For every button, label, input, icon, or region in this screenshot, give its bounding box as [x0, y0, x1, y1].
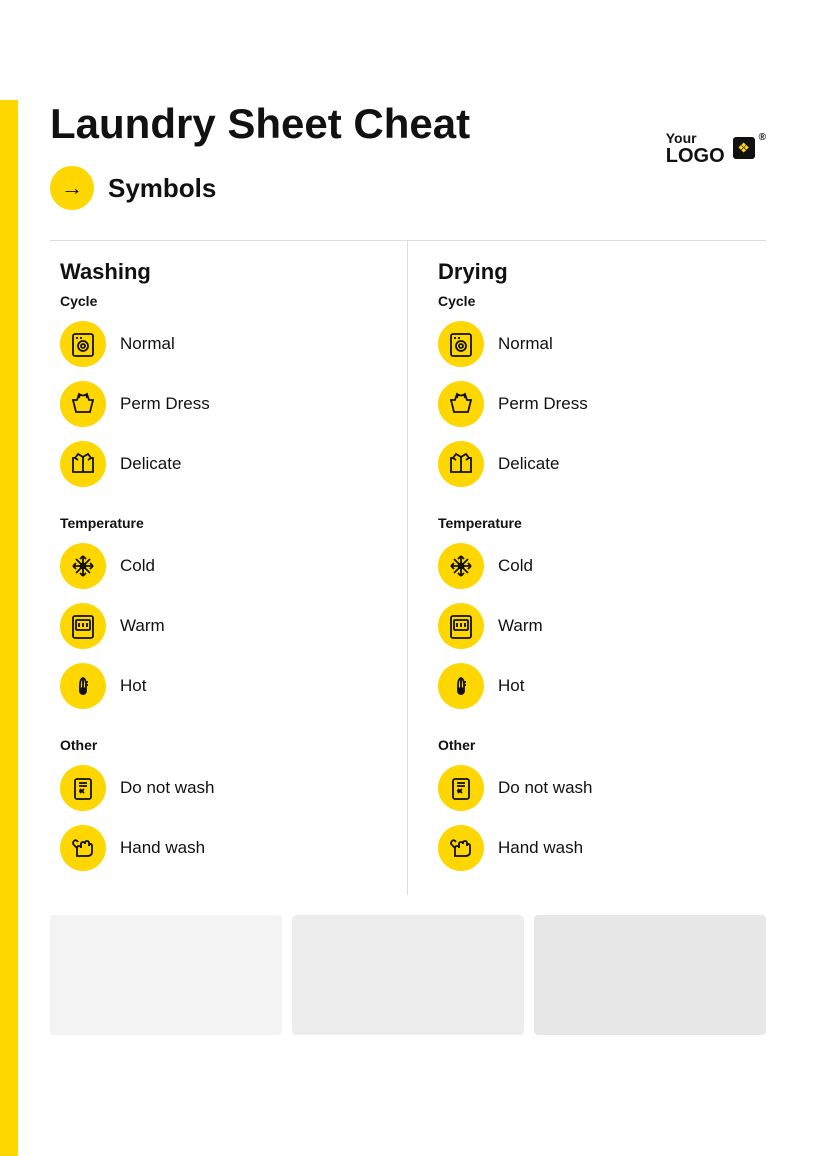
- list-item: Delicate: [60, 441, 377, 487]
- logo-area: Your LOGO ®: [666, 130, 766, 166]
- drying-warm-label: Warm: [498, 616, 543, 636]
- drying-delicate-label: Delicate: [498, 454, 559, 474]
- drying-temp-label: Temperature: [438, 515, 746, 531]
- list-item: Cold: [60, 543, 377, 589]
- washing-hot-label: Hot: [120, 676, 146, 696]
- list-item: Do not wash: [438, 765, 746, 811]
- list-item: Perm Dress: [60, 381, 377, 427]
- washing-delicate-label: Delicate: [120, 454, 181, 474]
- list-item: Warm: [60, 603, 377, 649]
- grid: Washing Cycle Normal: [50, 240, 766, 895]
- drying-thermometer-icon: [438, 663, 484, 709]
- jacket-icon: [60, 441, 106, 487]
- hand-wash-icon: [60, 825, 106, 871]
- logo-icon: [733, 137, 755, 159]
- dress-icon: [60, 381, 106, 427]
- thermometer-icon: [60, 663, 106, 709]
- drying-normal-label: Normal: [498, 334, 553, 354]
- bottom-img-1: [50, 915, 282, 1035]
- list-item: Hot: [438, 663, 746, 709]
- page-title: Laundry Sheet Cheat: [50, 100, 766, 148]
- list-item: Perm Dress: [438, 381, 746, 427]
- drying-perm-dress-label: Perm Dress: [498, 394, 588, 414]
- drying-hand-wash-icon: [438, 825, 484, 871]
- drying-washer2-icon: [438, 603, 484, 649]
- list-item: Do not wash: [60, 765, 377, 811]
- main-content: Laundry Sheet Cheat → Symbols Washing Cy…: [50, 100, 766, 1035]
- snowflake-icon: [60, 543, 106, 589]
- registered-mark: ®: [759, 132, 766, 143]
- list-item: Hand wash: [438, 825, 746, 871]
- symbols-header: → Symbols: [50, 166, 766, 210]
- bottom-img-3: [534, 915, 766, 1035]
- washing-normal-label: Normal: [120, 334, 175, 354]
- drying-hot-label: Hot: [498, 676, 524, 696]
- washing-other-label: Other: [60, 737, 377, 753]
- drying-hand-wash-label: Hand wash: [498, 838, 583, 858]
- bottom-accent: [0, 956, 18, 1156]
- drying-dress-icon: [438, 381, 484, 427]
- list-item: Delicate: [438, 441, 746, 487]
- drying-other-label: Other: [438, 737, 746, 753]
- list-item: Warm: [438, 603, 746, 649]
- drying-title: Drying: [438, 259, 746, 285]
- list-item: Normal: [60, 321, 377, 367]
- drying-snowflake-icon: [438, 543, 484, 589]
- arrow-icon: →: [50, 166, 94, 210]
- washing-cold-label: Cold: [120, 556, 155, 576]
- washing-temp-label: Temperature: [60, 515, 377, 531]
- washing-perm-dress-label: Perm Dress: [120, 394, 210, 414]
- drying-column: Drying Cycle Normal: [408, 241, 766, 895]
- washing-column: Washing Cycle Normal: [50, 241, 408, 895]
- list-item: Hand wash: [60, 825, 377, 871]
- list-item: Hot: [60, 663, 377, 709]
- bottom-images: [50, 915, 766, 1035]
- symbols-label: Symbols: [108, 173, 216, 204]
- drying-jacket-icon: [438, 441, 484, 487]
- logo-line2: LOGO: [666, 146, 725, 166]
- drying-cold-label: Cold: [498, 556, 533, 576]
- no-wash-icon: [60, 765, 106, 811]
- washing-warm-label: Warm: [120, 616, 165, 636]
- washing-hand-wash-label: Hand wash: [120, 838, 205, 858]
- washer2-icon: [60, 603, 106, 649]
- drying-no-wash-label: Do not wash: [498, 778, 593, 798]
- drying-no-wash-icon: [438, 765, 484, 811]
- drying-washer-icon: [438, 321, 484, 367]
- washing-no-wash-label: Do not wash: [120, 778, 215, 798]
- list-item: Cold: [438, 543, 746, 589]
- logo-line1: Your: [666, 130, 725, 146]
- drying-cycle-label: Cycle: [438, 293, 746, 309]
- washing-cycle-label: Cycle: [60, 293, 377, 309]
- list-item: Normal: [438, 321, 746, 367]
- washing-title: Washing: [60, 259, 377, 285]
- washer-icon: [60, 321, 106, 367]
- bottom-img-2: [292, 915, 524, 1035]
